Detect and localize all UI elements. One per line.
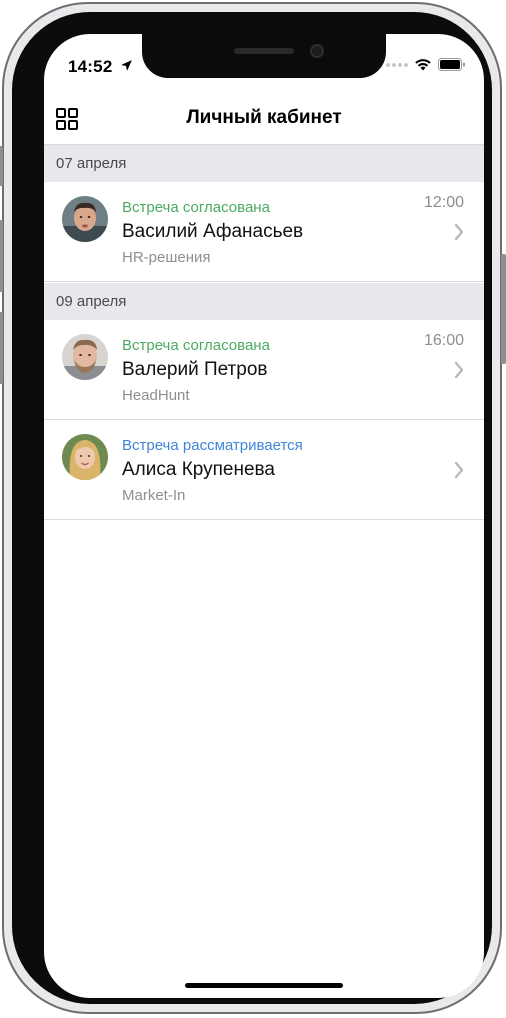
section-date-header: 07 апреля — [44, 145, 484, 182]
page-title: Личный кабинет — [186, 107, 342, 128]
status-time: 14:52 — [68, 57, 113, 76]
power-button — [501, 254, 506, 364]
chevron-right-icon — [454, 223, 464, 241]
speaker-grille — [234, 48, 294, 54]
screen: 14:52 Личный кабинет 07 апреля Встреча с… — [44, 34, 484, 998]
company-name: HeadHunt — [122, 387, 190, 404]
wifi-icon — [415, 59, 431, 71]
battery-icon — [438, 58, 465, 71]
home-indicator[interactable] — [185, 983, 343, 988]
avatar — [62, 334, 108, 380]
meeting-row-krupeneva[interactable]: Встреча рассматривается Алиса Крупенева … — [44, 420, 484, 520]
volume-down-button — [0, 312, 3, 384]
phone-frame: 14:52 Личный кабинет 07 апреля Встреча с… — [0, 2, 506, 1014]
meeting-time: 16:00 — [423, 332, 464, 349]
meeting-time: 12:00 — [423, 194, 464, 211]
meeting-status: Встреча рассматривается — [122, 437, 303, 454]
company-name: Market-In — [122, 487, 186, 504]
volume-up-button — [0, 220, 3, 292]
front-camera — [310, 44, 324, 58]
signal-dots-icon — [386, 62, 408, 67]
meeting-row-afanasyev[interactable]: Встреча согласована Василий Афанасьев HR… — [44, 182, 484, 282]
chevron-right-icon — [454, 461, 464, 479]
avatar — [62, 434, 108, 480]
chevron-right-icon — [454, 361, 464, 379]
meeting-status: Встреча согласована — [122, 199, 270, 216]
contact-name: Валерий Петров — [122, 359, 268, 380]
status-indicators — [386, 58, 466, 71]
notch — [142, 34, 386, 78]
contact-name: Василий Афанасьев — [122, 221, 304, 242]
navigation-bar: Личный кабинет — [44, 96, 484, 145]
meeting-status: Встреча согласована — [122, 337, 270, 354]
company-name: HR-решения — [122, 249, 211, 266]
avatar — [62, 196, 108, 242]
meeting-row-petrov[interactable]: Встреча согласована Валерий Петров HeadH… — [44, 320, 484, 420]
location-arrow-icon — [121, 60, 132, 71]
section-date-header: 09 апреля — [44, 283, 484, 320]
mute-switch — [0, 146, 3, 186]
contact-name: Алиса Крупенева — [122, 459, 276, 480]
